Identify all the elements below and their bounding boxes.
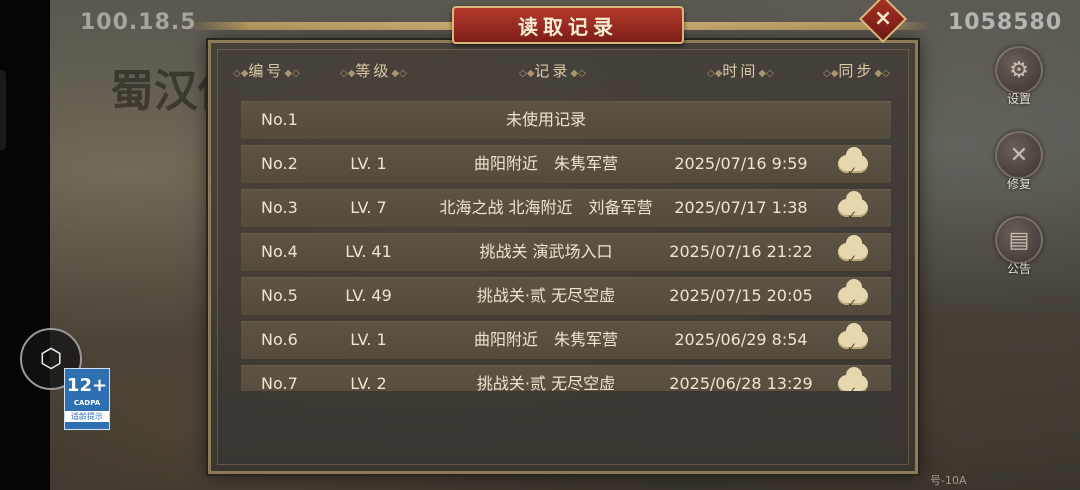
record-name: 挑战关·贰 无尽空虚 <box>476 374 616 391</box>
background-server-number: 100.18.5 <box>80 10 197 35</box>
record-level: LV. 1 <box>350 330 387 349</box>
header-ornament-icon: ◆◇ <box>570 68 586 79</box>
age-rating-badge: 12+ CADPA 适龄提示 <box>64 368 110 430</box>
header-level: ◇◆等级◆◇ <box>340 62 407 80</box>
record-level: LV. 1 <box>350 154 387 173</box>
age-rating-tip: 适龄提示 <box>65 411 109 422</box>
header-record: ◇◆记录◆◇ <box>519 62 586 80</box>
wrench-icon: ✕ <box>995 131 1043 179</box>
record-level: LV. 49 <box>345 286 392 305</box>
record-name: 未使用记录 <box>505 110 586 129</box>
header-sync: ◇◆同步◆◇ <box>823 62 890 80</box>
header-ornament-icon: ◆◇ <box>284 68 300 79</box>
record-row-2[interactable]: No.2 LV. 1 曲阳附近 朱隽军营 2025/07/16 9:59 ✓ <box>241 145 891 183</box>
dialog-title-plate: 读取记录 <box>452 6 684 44</box>
record-number: No.4 <box>261 242 298 261</box>
age-rating: 12+ <box>66 375 108 396</box>
notice-label: 公告 <box>1006 262 1031 276</box>
record-level: LV. 7 <box>350 198 387 217</box>
settings-label: 设置 <box>1006 92 1031 106</box>
notice-button[interactable]: ▤ 公告 <box>991 216 1047 277</box>
header-ornament-icon: ◇◆ <box>823 68 839 79</box>
header-ornament-icon: ◇◆ <box>707 68 723 79</box>
record-number: No.3 <box>261 198 298 217</box>
cloud-synced-icon: ✓ <box>836 321 870 359</box>
record-name: 曲阳附近 朱隽军营 <box>473 330 618 349</box>
record-level: LV. 2 <box>350 374 387 391</box>
header-ornament-icon: ◇◆ <box>233 68 249 79</box>
notice-board-icon: ▤ <box>995 216 1043 264</box>
background-currency-number: 1058580 <box>948 10 1063 35</box>
record-name: 北海之战 北海附近 刘备军营 <box>439 198 653 217</box>
cube-icon: ⬡ <box>39 344 63 374</box>
header-ornament-icon: ◆◇ <box>874 68 890 79</box>
screen-left-bezel <box>0 0 50 490</box>
record-time: 2025/07/15 20:05 <box>669 286 813 305</box>
record-time: 2025/07/16 21:22 <box>669 242 813 261</box>
age-rating-org: CADPA <box>73 399 101 407</box>
background-footer-text: 号-10A <box>930 474 967 487</box>
record-level: LV. 41 <box>345 242 392 261</box>
record-name: 挑战关·贰 无尽空虚 <box>476 286 616 305</box>
record-row-5[interactable]: No.5 LV. 49 挑战关·贰 无尽空虚 2025/07/15 20:05 … <box>241 277 891 315</box>
record-name: 挑战关 演武场入口 <box>479 242 613 261</box>
cloud-synced-icon: ✓ <box>836 145 870 183</box>
side-handle[interactable] <box>0 70 6 150</box>
cloud-synced-icon: ✓ <box>836 189 870 227</box>
record-time: 2025/06/29 8:54 <box>674 330 808 349</box>
record-number: No.6 <box>261 330 298 349</box>
header-ornament-icon: ◆◇ <box>391 68 407 79</box>
record-list[interactable]: No.1 未使用记录 No.2 LV. 1 曲阳附近 朱隽军营 2025/07/… <box>241 101 891 391</box>
repair-label: 修复 <box>1006 177 1031 191</box>
record-row-3[interactable]: No.3 LV. 7 北海之战 北海附近 刘备军营 2025/07/17 1:3… <box>241 189 891 227</box>
record-name: 曲阳附近 朱隽军营 <box>473 154 618 173</box>
record-time: 2025/07/17 1:38 <box>674 198 808 217</box>
settings-button[interactable]: ⚙ 设置 <box>991 46 1047 107</box>
record-row-4[interactable]: No.4 LV. 41 挑战关 演武场入口 2025/07/16 21:22 ✓ <box>241 233 891 271</box>
gear-icon: ⚙ <box>995 46 1043 94</box>
record-row-6[interactable]: No.6 LV. 1 曲阳附近 朱隽军营 2025/06/29 8:54 ✓ <box>241 321 891 359</box>
record-number: No.2 <box>261 154 298 173</box>
header-time: ◇◆时间◆◇ <box>707 62 774 80</box>
record-row-1[interactable]: No.1 未使用记录 <box>241 101 891 139</box>
record-time: 2025/06/28 13:29 <box>669 374 813 391</box>
header-number: ◇◆编号◆◇ <box>233 62 300 80</box>
cloud-synced-icon: ✓ <box>836 365 870 391</box>
record-number: No.5 <box>261 286 298 305</box>
record-number: No.1 <box>261 110 298 129</box>
header-ornament-icon: ◇◆ <box>519 68 535 79</box>
record-time: 2025/07/16 9:59 <box>674 154 808 173</box>
repair-button[interactable]: ✕ 修复 <box>991 131 1047 192</box>
dialog-title: 读取记录 <box>518 14 618 39</box>
header-ornament-icon: ◆◇ <box>758 68 774 79</box>
cloud-synced-icon: ✓ <box>836 233 870 271</box>
record-number: No.7 <box>261 374 298 391</box>
cloud-synced-icon: ✓ <box>836 277 870 315</box>
close-icon: × <box>873 6 893 32</box>
record-row-7[interactable]: No.7 LV. 2 挑战关·贰 无尽空虚 2025/06/28 13:29 ✓ <box>241 365 891 391</box>
header-ornament-icon: ◇◆ <box>340 68 356 79</box>
